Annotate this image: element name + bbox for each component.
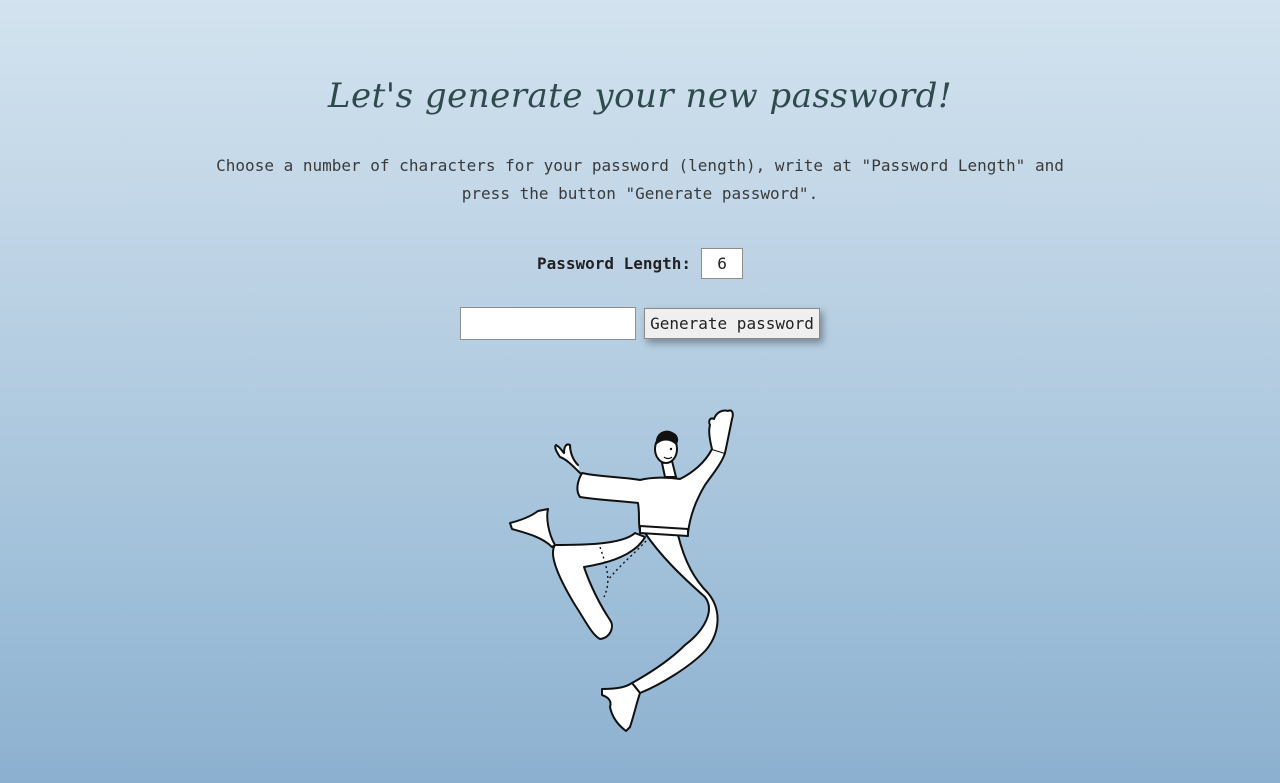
- jumping-person-illustration: [509, 409, 734, 732]
- generate-password-button[interactable]: Generate password: [644, 308, 820, 339]
- password-length-row: Password Length:: [0, 248, 1280, 279]
- generate-row: Generate password: [0, 307, 1280, 340]
- instructions-text: Choose a number of characters for your p…: [216, 156, 1064, 203]
- page-title: Let's generate your new password!: [327, 76, 953, 116]
- password-output-field[interactable]: [460, 307, 637, 340]
- password-length-input[interactable]: [701, 248, 744, 279]
- password-length-label: Password Length:: [536, 254, 692, 273]
